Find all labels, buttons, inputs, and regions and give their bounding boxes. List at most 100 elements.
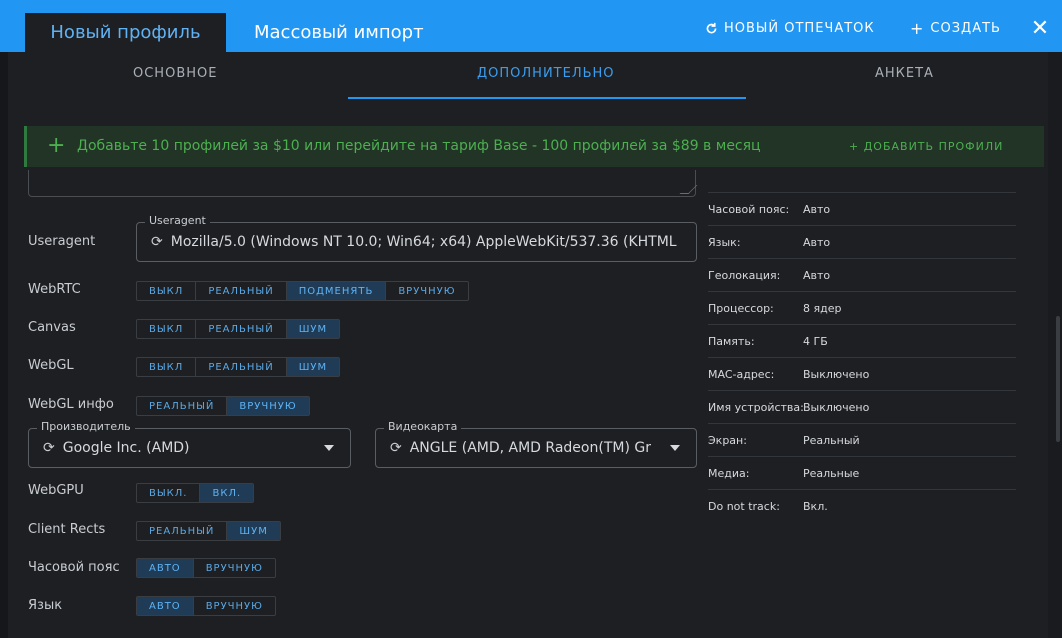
chevron-down-icon (670, 445, 680, 451)
client-rects-label: Client Rects (28, 522, 106, 537)
webgl-option-noise[interactable]: ШУМ (286, 358, 340, 376)
summary-value: Реальные (803, 466, 860, 480)
timezone-toggle: АВТО ВРУЧНУЮ (136, 558, 276, 578)
canvas-option-noise[interactable]: ШУМ (286, 320, 340, 338)
webrtc-option-real[interactable]: РЕАЛЬНЫЙ (196, 282, 287, 300)
resize-grip-icon[interactable] (679, 185, 698, 194)
summary-row: Память: 4 ГБ (708, 324, 1016, 357)
summary-key: Медиа: (708, 466, 750, 480)
profile-summary: Часовой пояс: Авто Язык: Авто Геолокация: А… (708, 192, 1016, 522)
webrtc-toggle: ВЫКЛ РЕАЛЬНЫЙ ПОДМЕНЯТЬ ВРУЧНУЮ (136, 281, 469, 301)
summary-key: Do not track: (708, 499, 780, 513)
summary-key: Память: (708, 334, 755, 348)
language-option-auto[interactable]: АВТО (137, 597, 194, 615)
close-icon[interactable]: ✕ (1028, 16, 1052, 41)
create-label: СОЗДАТЬ (930, 20, 1001, 36)
plus-icon: + (910, 18, 925, 38)
language-option-manual[interactable]: ВРУЧНУЮ (194, 597, 275, 615)
timezone-option-manual[interactable]: ВРУЧНУЮ (194, 559, 275, 577)
tab-new-profile-label: Новый профиль (50, 22, 201, 43)
summary-value: Реальный (803, 433, 860, 447)
summary-row: Экран: Реальный (708, 423, 1016, 456)
summary-row: Геолокация: Авто (708, 258, 1016, 291)
tab-survey[interactable]: АНКЕТА (875, 66, 934, 86)
new-fingerprint-label: НОВЫЙ ОТПЕЧАТОК (724, 20, 875, 36)
refresh-icon[interactable]: ⟳ (151, 234, 163, 250)
webgpu-toggle: ВЫКЛ. ВКЛ. (136, 483, 255, 503)
webgl-info-toggle: РЕАЛЬНЫЙ ВРУЧНУЮ (136, 396, 310, 416)
notes-textarea[interactable] (28, 170, 698, 197)
summary-value: 4 ГБ (803, 334, 828, 348)
summary-value: Вкл. (803, 499, 828, 513)
webgl-option-real[interactable]: РЕАЛЬНЫЙ (196, 358, 287, 376)
webgpu-label: WebGPU (28, 483, 84, 498)
webrtc-option-replace[interactable]: ПОДМЕНЯТЬ (286, 282, 387, 300)
webgl-info-option-manual[interactable]: ВРУЧНУЮ (227, 397, 309, 415)
vendor-value: Google Inc. (AMD) (62, 440, 190, 456)
summary-row: Процессор: 8 ядер (708, 291, 1016, 324)
language-label: Язык (28, 598, 63, 613)
summary-key: Геолокация: (708, 268, 781, 282)
summary-key: Процессор: (708, 301, 774, 315)
canvas-option-real[interactable]: РЕАЛЬНЫЙ (196, 320, 287, 338)
summary-key: Язык: (708, 235, 741, 249)
webgl-option-off[interactable]: ВЫКЛ (137, 358, 197, 376)
webgl-label: WebGL (28, 358, 74, 373)
timezone-label: Часовой пояс (28, 560, 120, 575)
upgrade-banner: + Добавьте 10 профилей за $10 или перейд… (24, 126, 1044, 167)
plus-icon: + (47, 133, 66, 158)
client-rects-toggle: РЕАЛЬНЫЙ ШУМ (136, 521, 281, 541)
tab-advanced[interactable]: ДОПОЛНИТЕЛЬНО (477, 66, 615, 86)
add-profiles-button[interactable]: + ДОБАВИТЬ ПРОФИЛИ (849, 140, 1003, 153)
tab-main-label: ОСНОВНОЕ (133, 66, 218, 81)
client-rects-option-noise[interactable]: ШУМ (227, 522, 280, 540)
summary-value: Авто (803, 268, 831, 282)
summary-row: Имя устройства: Выключено (708, 390, 1016, 423)
banner-text: Добавьте 10 профилей за $10 или перейдит… (77, 138, 761, 154)
renderer-select[interactable]: Видеокарта ⟳ ANGLE (AMD, AMD Radeon(TM) … (375, 420, 697, 468)
summary-row: Часовой пояс: Авто (708, 192, 1016, 225)
canvas-option-off[interactable]: ВЫКЛ (137, 320, 197, 338)
scrollbar[interactable] (1056, 316, 1060, 442)
webgl-info-option-real[interactable]: РЕАЛЬНЫЙ (137, 397, 228, 415)
webgpu-option-on[interactable]: ВКЛ. (200, 484, 254, 502)
webgl-info-label: WebGL инфо (28, 397, 114, 412)
useragent-field[interactable]: Useragent ⟳ Mozilla/5.0 (Windows NT 10.0… (136, 214, 697, 262)
refresh-icon[interactable]: ⟳ (43, 440, 55, 456)
backdrop-left (0, 0, 8, 638)
tab-new-profile[interactable]: Новый профиль (25, 13, 226, 52)
webgpu-option-off[interactable]: ВЫКЛ. (137, 484, 201, 502)
summary-row: MAC-адрес: Выключено (708, 357, 1016, 390)
tab-bulk-import[interactable]: Массовый импорт (254, 13, 424, 52)
renderer-value: ANGLE (AMD, AMD Radeon(TM) Gr (409, 440, 651, 456)
summary-value: Выключено (803, 400, 870, 414)
summary-key: Часовой пояс: (708, 202, 790, 216)
tab-bulk-import-label: Массовый импорт (254, 22, 424, 43)
canvas-toggle: ВЫКЛ РЕАЛЬНЫЙ ШУМ (136, 319, 341, 339)
refresh-icon (706, 22, 717, 33)
webrtc-option-off[interactable]: ВЫКЛ (137, 282, 197, 300)
summary-key: MAC-адрес: (708, 367, 775, 381)
chevron-down-icon (324, 445, 334, 451)
language-toggle: АВТО ВРУЧНУЮ (136, 596, 276, 616)
summary-key: Экран: (708, 433, 747, 447)
summary-value: Авто (803, 202, 831, 216)
tab-main[interactable]: ОСНОВНОЕ (133, 66, 217, 86)
active-tab-indicator (348, 97, 746, 99)
refresh-icon[interactable]: ⟳ (390, 440, 402, 456)
new-fingerprint-button[interactable]: НОВЫЙ ОТПЕЧАТОК (705, 16, 875, 40)
vendor-select[interactable]: Производитель ⟳ Google Inc. (AMD) (28, 420, 351, 468)
timezone-option-auto[interactable]: АВТО (137, 559, 194, 577)
summary-row: Язык: Авто (708, 225, 1016, 258)
summary-key: Имя устройства: (708, 400, 804, 414)
webrtc-label: WebRTC (28, 282, 81, 297)
client-rects-option-real[interactable]: РЕАЛЬНЫЙ (137, 522, 228, 540)
summary-value: Выключено (803, 367, 870, 381)
summary-row: Медиа: Реальные (708, 456, 1016, 489)
useragent-label: Useragent (28, 234, 96, 249)
summary-value: 8 ядер (803, 301, 842, 315)
webgl-toggle: ВЫКЛ РЕАЛЬНЫЙ ШУМ (136, 357, 341, 377)
webrtc-option-manual[interactable]: ВРУЧНУЮ (386, 282, 467, 300)
create-button[interactable]: + СОЗДАТЬ (910, 16, 1001, 40)
tab-advanced-label: ДОПОЛНИТЕЛЬНО (477, 66, 615, 81)
